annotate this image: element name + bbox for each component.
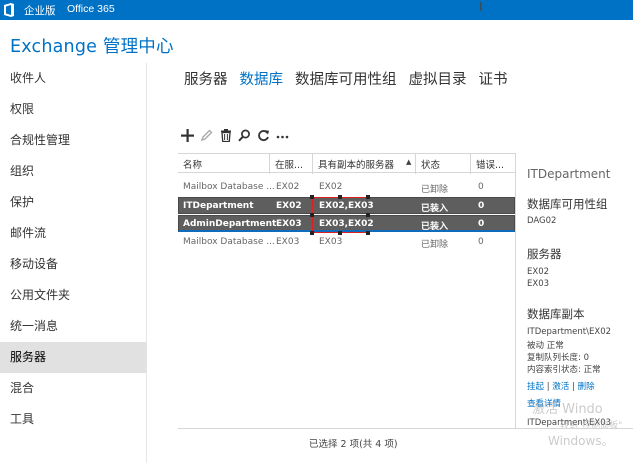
row-name: Mailbox Database ... [183, 182, 275, 192]
left-nav: 收件人 权限 合规性管理 组织 保护 邮件流 移动设备 公用文件夹 统一消息 服… [0, 63, 146, 435]
table-row[interactable]: Mailbox Database ... EX02 EX02 已卸除 0 [178, 179, 515, 196]
column-divider [269, 154, 270, 174]
search-icon[interactable] [235, 126, 254, 145]
nav-item-compliance[interactable]: 合规性管理 [0, 125, 146, 156]
resize-handle[interactable] [338, 195, 342, 199]
servers-heading: 服务器 [527, 247, 562, 261]
row-errors: 0 [478, 237, 484, 247]
resize-handle[interactable] [310, 213, 314, 217]
row-server: EX02 [276, 182, 300, 192]
tab-databases[interactable]: 数据库 [240, 68, 284, 89]
sort-ascending-icon: ▲ [406, 158, 412, 166]
resize-handle[interactable] [366, 195, 370, 199]
nav-item-organization[interactable]: 组织 [0, 156, 146, 187]
copy-name: ITDepartment\EX02 [527, 327, 612, 337]
link-separator: | [572, 382, 575, 392]
tab-virtual-directories[interactable]: 虚拟目录 [409, 68, 467, 89]
link-separator: | [546, 382, 550, 392]
server-item: EX03 [527, 279, 550, 289]
add-icon[interactable] [178, 126, 197, 145]
row-copies: EX03 [319, 237, 343, 247]
nav-item-mail-flow[interactable]: 邮件流 [0, 218, 146, 249]
selection-status: 已选择 2 项(共 4 项) [309, 439, 398, 450]
nav-item-recipients[interactable]: 收件人 [0, 63, 146, 94]
resize-handle[interactable] [366, 213, 370, 217]
column-divider [470, 154, 471, 174]
resize-handle[interactable] [310, 195, 314, 199]
copies-heading: 数据库副本 [527, 307, 585, 321]
row-name: ITDepartment [183, 201, 254, 211]
office365-link[interactable]: Office 365 [67, 3, 115, 15]
tab-bar: 服务器 数据库 数据库可用性组 虚拟目录 证书 [184, 68, 520, 89]
nav-item-hybrid[interactable]: 混合 [0, 373, 146, 404]
nav-item-public-folders[interactable]: 公用文件夹 [0, 280, 146, 311]
copy-index-state: 内容索引状态: 正常 [527, 365, 601, 375]
activation-watermark: 激活 Windo [532, 402, 603, 417]
activation-watermark: 转到"控制面板" [560, 421, 623, 431]
more-icon[interactable] [273, 126, 292, 145]
highlight-box [312, 197, 368, 233]
tab-certificates[interactable]: 证书 [479, 68, 508, 89]
copy-state: 被动 正常 [527, 341, 564, 351]
column-divider [415, 154, 416, 174]
tab-dag[interactable]: 数据库可用性组 [295, 68, 397, 89]
column-header-status[interactable]: 状态 [421, 157, 440, 171]
footer-divider [178, 428, 633, 429]
nav-item-permissions[interactable]: 权限 [0, 94, 146, 125]
column-header-name[interactable]: 名称 [183, 157, 202, 171]
column-header-copies[interactable]: 具有副本的服务器 [318, 157, 394, 171]
row-server: EX03 [276, 219, 302, 229]
brand-label[interactable]: 企业版 [24, 3, 56, 18]
column-header-errors[interactable]: 错误... [476, 157, 504, 171]
row-name: Mailbox Database ... [183, 237, 275, 247]
row-name: AdminDepartment [183, 219, 277, 229]
remove-link[interactable]: 删除 [578, 382, 595, 392]
nav-item-tools[interactable]: 工具 [0, 404, 146, 435]
server-item: EX02 [527, 267, 550, 277]
table-row[interactable]: Mailbox Database ... EX03 EX03 已卸除 0 [178, 234, 515, 251]
toolbar [178, 126, 292, 145]
text-cursor-icon: I [479, 0, 483, 14]
row-status: 已卸除 [421, 240, 449, 250]
column-divider [312, 154, 313, 174]
nav-item-servers[interactable]: 服务器 [0, 342, 146, 373]
activate-link[interactable]: 激活 [552, 382, 569, 392]
row-status: 已装入 [421, 204, 449, 214]
refresh-icon[interactable] [254, 126, 273, 145]
column-header-server[interactable]: 在服... [275, 157, 303, 171]
details-divider [515, 153, 516, 429]
row-server: EX02 [276, 201, 302, 211]
nav-divider [146, 63, 147, 463]
dag-heading: 数据库可用性组 [527, 197, 608, 211]
resize-handle[interactable] [310, 231, 314, 235]
dag-value: DAG02 [527, 216, 557, 226]
page-title: Exchange 管理中心 [10, 37, 174, 57]
office-logo-icon[interactable] [2, 2, 16, 18]
row-errors: 0 [478, 182, 484, 192]
nav-item-mobile[interactable]: 移动设备 [0, 249, 146, 280]
row-errors: 0 [478, 219, 485, 229]
tab-servers[interactable]: 服务器 [184, 68, 228, 89]
nav-item-unified-messaging[interactable]: 统一消息 [0, 311, 146, 342]
grid-header: 名称 在服... 具有副本的服务器 ▲ 状态 错误... [178, 153, 515, 174]
activation-watermark: Windows。 [548, 434, 614, 448]
suspend-link[interactable]: 挂起 [527, 382, 544, 392]
resize-handle[interactable] [338, 231, 342, 235]
nav-item-protection[interactable]: 保护 [0, 187, 146, 218]
resize-handle[interactable] [366, 231, 370, 235]
details-pane: ITDepartment 数据库可用性组 DAG02 服务器 EX02 EX03… [527, 153, 633, 429]
row-status: 已卸除 [421, 185, 449, 195]
top-bar: 企业版 Office 365 [0, 0, 633, 20]
details-title: ITDepartment [527, 167, 611, 181]
copy-queue-length: 复制队列长度: 0 [527, 353, 589, 363]
row-errors: 0 [478, 201, 485, 211]
row-copies: EX02 [319, 182, 343, 192]
row-status: 已装入 [421, 222, 449, 232]
copy-actions: 挂起 | 激活 | 删除 [527, 380, 595, 392]
delete-icon[interactable] [216, 126, 235, 145]
row-server: EX03 [276, 237, 300, 247]
edit-icon[interactable] [197, 126, 216, 145]
